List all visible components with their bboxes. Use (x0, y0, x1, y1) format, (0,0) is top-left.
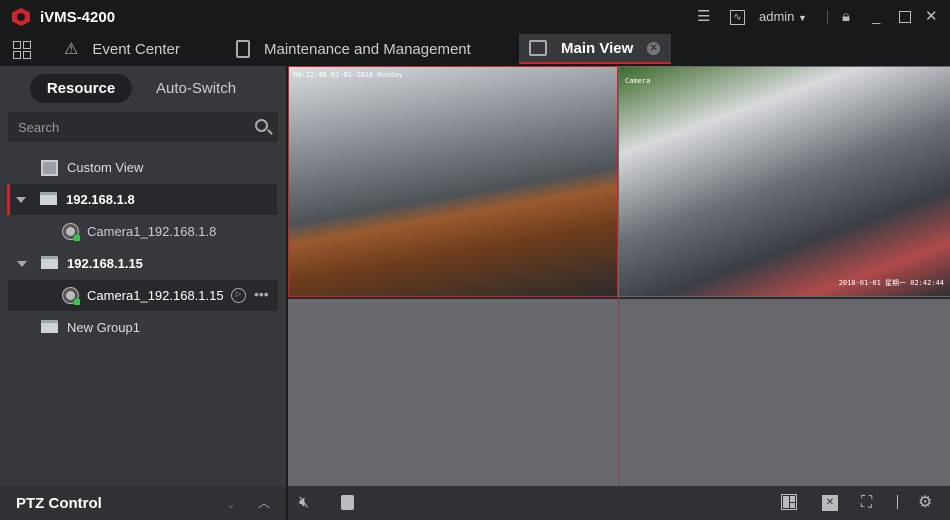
tree-item-group[interactable]: New Group1 (8, 312, 278, 343)
chevron-down-icon: ▼ (798, 13, 807, 23)
camera-icon (63, 288, 80, 305)
chevron-down-icon[interactable]: ⌄ (226, 497, 236, 511)
tree-item-device[interactable]: 192.168.1.15 (8, 248, 278, 279)
alarm-icon: ⚠ (64, 41, 79, 58)
video-toolbar (288, 486, 950, 520)
tree-label: Camera1_192.168.1.8 (87, 224, 217, 239)
tab-main-view[interactable]: Main View ✕ (519, 34, 671, 64)
search-input[interactable] (8, 112, 278, 142)
play-icon[interactable]: ▷ (231, 288, 246, 303)
layout-icon[interactable] (781, 494, 797, 510)
fullscreen-icon[interactable]: ⛶ (861, 494, 872, 512)
user-menu[interactable]: admin ▼ (759, 9, 807, 24)
osd-timestamp: 00:12:46 01-01-2018 Monday (293, 71, 403, 79)
tree-label: New Group1 (67, 320, 140, 335)
more-icon[interactable]: ••• (254, 286, 269, 302)
folder-icon (41, 256, 58, 269)
folder-icon (40, 192, 57, 205)
tab-label: Maintenance and Management (264, 40, 471, 58)
video-tile-2[interactable]: Camera 2018-01-01 星期一 02:42:44 (619, 67, 950, 296)
settings-list-icon (236, 40, 250, 58)
tab-close-icon[interactable]: ✕ (647, 41, 661, 55)
maximize-icon[interactable] (899, 11, 911, 23)
expand-icon[interactable] (17, 261, 27, 267)
mute-icon[interactable]: 🔇︎ (299, 494, 309, 512)
tree-item-custom-view[interactable]: Custom View (8, 152, 278, 183)
close-all-icon[interactable]: ✕ (822, 495, 838, 511)
module-grid-icon[interactable] (13, 41, 31, 59)
folder-icon (41, 320, 58, 333)
custom-view-icon (41, 160, 58, 176)
tree-label: 192.168.1.8 (66, 192, 135, 207)
tree-label: 192.168.1.15 (67, 256, 143, 271)
tree-item-camera[interactable]: Camera1_192.168.1.15 ▷ ••• (8, 280, 278, 311)
expand-icon[interactable] (16, 197, 26, 203)
minimize-icon[interactable]: _ (872, 8, 880, 26)
close-icon[interactable]: ✕ (925, 8, 938, 26)
list-icon[interactable]: ☰ (697, 8, 710, 26)
chevron-up-icon[interactable]: ︿ (258, 494, 270, 511)
video-tile-3[interactable] (288, 299, 618, 486)
save-icon[interactable] (341, 495, 354, 510)
title-bar (0, 0, 950, 34)
tree-label: Camera1_192.168.1.15 (87, 288, 224, 303)
video-tile-4[interactable] (619, 299, 950, 486)
tree-item-device[interactable]: 192.168.1.8 (7, 184, 277, 215)
tab-maintenance[interactable]: Maintenance and Management (236, 34, 471, 64)
divider (827, 10, 828, 24)
segment-auto-switch[interactable]: Auto-Switch (156, 80, 236, 97)
ptz-control-label[interactable]: PTZ Control (16, 495, 102, 512)
video-icon (529, 40, 547, 56)
osd-timestamp: 2018-01-01 星期一 02:42:44 (838, 279, 944, 287)
search-icon[interactable] (255, 119, 268, 132)
tab-event-center[interactable]: ⚠ Event Center (64, 34, 180, 64)
app-title: iVMS-4200 (40, 9, 116, 26)
tree-item-camera[interactable]: Camera1_192.168.1.8 (8, 216, 278, 247)
divider (897, 495, 898, 509)
username: admin (759, 9, 795, 24)
gear-icon[interactable]: ⚙ (918, 494, 932, 512)
video-tile-1[interactable]: 00:12:46 01-01-2018 Monday (288, 66, 618, 297)
osd-camera-name: Camera (625, 77, 651, 85)
video-grid: 00:12:46 01-01-2018 Monday Camera 2018-0… (288, 66, 950, 486)
segment-resource[interactable]: Resource (30, 74, 132, 103)
monitor-icon[interactable]: ∿ (730, 10, 745, 25)
lock-icon[interactable]: 🔒︎ (842, 8, 850, 26)
tree-label: Custom View (67, 160, 144, 175)
tab-label: Main View (561, 39, 634, 57)
camera-icon (63, 224, 80, 241)
tab-label: Event Center (92, 40, 180, 58)
